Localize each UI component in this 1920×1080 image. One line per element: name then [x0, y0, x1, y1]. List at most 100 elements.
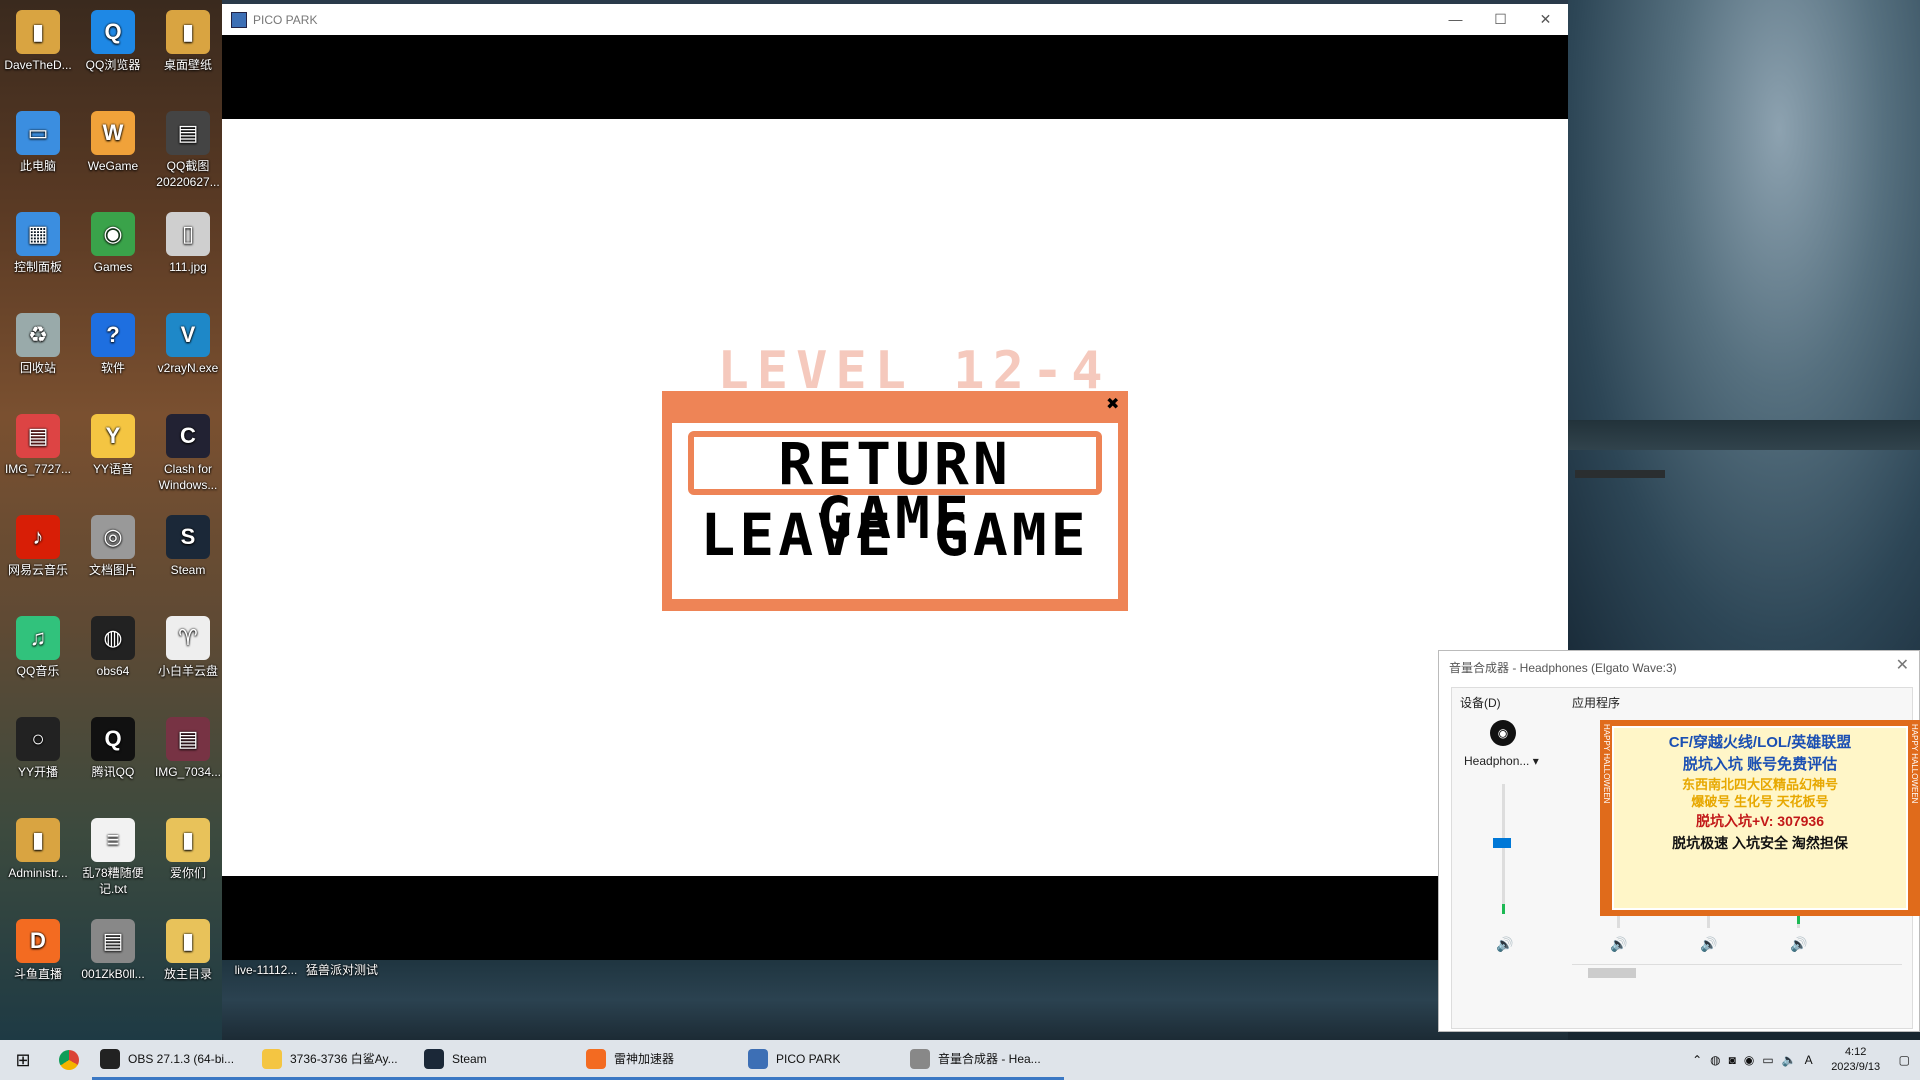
desktop-icon[interactable]: ▯ 111.jpg	[151, 208, 225, 275]
device-volume-track[interactable]	[1502, 784, 1505, 914]
leave-game-button[interactable]: LEAVE GAME	[688, 505, 1102, 565]
desktop-icon[interactable]: ▤ QQ截图 20220627...	[151, 107, 225, 190]
taskbar-item[interactable]: Steam	[416, 1040, 578, 1080]
desktop-icon[interactable]: ▮ Administr...	[1, 814, 75, 881]
clock[interactable]: 4:12 2023/9/13	[1821, 1045, 1891, 1075]
maximize-icon[interactable]: ☐	[1478, 11, 1523, 28]
device-volume-thumb[interactable]	[1493, 838, 1511, 848]
volume-icon[interactable]: 🔈	[1782, 1053, 1797, 1067]
chrome-icon[interactable]	[46, 1040, 92, 1080]
window-titlebar[interactable]: PICO PARK — ☐ ✕	[222, 4, 1568, 35]
desktop-icon[interactable]: ○ YY开播	[1, 713, 75, 780]
folder-icon: ▮	[166, 818, 210, 862]
device-dropdown[interactable]: Headphon... ▾	[1464, 754, 1539, 768]
desktop-icon[interactable]: ◍ obs64	[76, 612, 150, 679]
input-method-icon[interactable]: A	[1805, 1053, 1813, 1067]
wegame-icon: W	[91, 111, 135, 155]
scrollbar-thumb[interactable]	[1588, 968, 1636, 978]
close-icon[interactable]: ✖	[1106, 397, 1122, 413]
mute-app-icon[interactable]: 🔊	[1610, 936, 1627, 953]
desktop-icon[interactable]: ◎ 文档图片	[76, 511, 150, 578]
v2ray-icon: V	[166, 313, 210, 357]
desktop-icon[interactable]: W WeGame	[76, 107, 150, 174]
desktop-icon[interactable]: S Steam	[151, 511, 225, 578]
desktop-icon[interactable]: ▮ 桌面壁纸	[151, 6, 225, 73]
desktop-icon[interactable]: ▮ 放主目录	[151, 915, 225, 982]
desktop-background-sky	[1568, 0, 1920, 650]
taskbar-item-label: Steam	[452, 1051, 487, 1066]
desktop-icon[interactable]: ▤ 001ZkB0ll...	[76, 915, 150, 982]
desktop-icon-label: v2rayN.exe	[157, 361, 219, 375]
taskbar-item[interactable]: 音量合成器 - Hea...	[902, 1040, 1064, 1080]
desktop-icon[interactable]: Q 腾讯QQ	[76, 713, 150, 780]
taskbar-item[interactable]: PICO PARK	[740, 1040, 902, 1080]
desktop-icon-label: Games	[93, 260, 133, 274]
mute-app-icon[interactable]: 🔊	[1700, 936, 1717, 953]
minimize-icon[interactable]: —	[1433, 11, 1478, 28]
ad-line: 脱坑入坑+V: 307936	[1695, 813, 1824, 829]
desktop-icon[interactable]: Vv2rayN.exe	[151, 309, 225, 376]
ad-line: 东西南北四大区精品幻神号	[1681, 777, 1838, 792]
desktop-icon[interactable]: ▮ DaveTheD...	[1, 6, 75, 73]
game-canvas[interactable]: LEVEL 12-4 ✖ RETURN GAME LEAVE GAME	[222, 119, 1568, 876]
help-icon: ?	[91, 313, 135, 357]
qq-icon: Q	[91, 717, 135, 761]
headphones-icon: ◉	[1490, 720, 1516, 746]
desktop-icon[interactable]: ▭ 此电脑	[1, 107, 75, 174]
tray-app-icon[interactable]: ◙	[1729, 1053, 1736, 1067]
start-windows-icon[interactable]: ⊞	[0, 1040, 46, 1080]
folder-icon: ▮	[166, 919, 210, 963]
desktop-icon[interactable]: ◉ Games	[76, 208, 150, 275]
desktop-icon[interactable]: ♻ 回收站	[1, 309, 75, 376]
desktop-icon-live[interactable]: live-11112...	[226, 962, 306, 978]
return-game-button[interactable]: RETURN GAME	[688, 431, 1102, 547]
desktop-icon[interactable]: ♪ 网易云音乐	[1, 511, 75, 578]
network-icon[interactable]: ▭	[1762, 1053, 1773, 1067]
yy-live-icon: ○	[16, 717, 60, 761]
close-icon[interactable]: ✕	[1896, 655, 1909, 675]
desktop-icon-label: QQ音乐	[16, 664, 60, 678]
desktop-icon-label: 放主目录	[163, 967, 212, 981]
system-tray: ⌃ ◍ ◙ ◉ ▭ 🔈 A 4:12 2023/9/13 ▢	[1692, 1045, 1920, 1075]
desktop-icon-label: 桌面壁纸	[163, 58, 212, 72]
desktop-icon-label: 001ZkB0ll...	[81, 967, 145, 981]
desktop-icon-game-test[interactable]: 猛兽派对测试	[302, 962, 382, 978]
tray-app-icon[interactable]: ◍	[1710, 1053, 1720, 1067]
ad-line: CF/穿越火线/LOL/英雄联盟	[1668, 734, 1852, 751]
pause-menu-panel: RETURN GAME LEAVE GAME	[672, 423, 1118, 599]
tray-overflow-icon[interactable]: ⌃	[1692, 1053, 1702, 1067]
folder-icon: ▮	[16, 10, 60, 54]
desktop-icon[interactable]: C Clash for Windows...	[151, 410, 225, 493]
taskbar-item-label: 雷神加速器	[614, 1052, 675, 1066]
ad-line: 脱坑极速 入坑安全 淘然担保	[1672, 835, 1848, 851]
taskbar-item[interactable]: 雷神加速器	[578, 1040, 740, 1080]
desktop-icon-label: 网易云音乐	[7, 563, 68, 577]
horizontal-scrollbar[interactable]	[1572, 964, 1902, 979]
desktop-icon[interactable]: Q QQ浏览器	[76, 6, 150, 73]
desktop-icon[interactable]: ≡ 乱78糟随便 记.txt	[76, 814, 150, 897]
advertisement-overlay[interactable]: HAPPY HALLOWEEN HAPPY HALLOWEEN CF/穿越火线/…	[1600, 720, 1920, 916]
desktop-icon[interactable]: ▤ IMG_7034...	[151, 713, 225, 780]
desktop-icon[interactable]: ♈ 小白羊云盘	[151, 612, 225, 679]
games-icon: ◉	[91, 212, 135, 256]
desktop-icon-label: 文档图片	[88, 563, 137, 577]
ad-line: 爆破号 生化号 天花板号	[1691, 794, 1829, 809]
desktop-icon[interactable]: ▮ 爱你们	[151, 814, 225, 881]
desktop-icon[interactable]: D 斗鱼直播	[1, 915, 75, 982]
device-level-meter	[1502, 904, 1505, 914]
desktop-icon[interactable]: ▦ 控制面板	[1, 208, 75, 275]
mute-device-icon[interactable]: 🔊	[1496, 936, 1513, 953]
notifications-icon[interactable]: ▢	[1899, 1053, 1910, 1067]
close-icon[interactable]: ✕	[1523, 11, 1568, 28]
desktop-icon[interactable]: ? 软件	[76, 309, 150, 376]
tray-app-icon[interactable]: ◉	[1744, 1053, 1754, 1067]
qq-music-icon: ♫	[16, 616, 60, 660]
desktop-icon[interactable]: ▤ IMG_7727...	[1, 410, 75, 477]
desktop-icon[interactable]: ♫ QQ音乐	[1, 612, 75, 679]
taskbar-item[interactable]: 3736-3736 白鲨Ay...	[254, 1040, 416, 1080]
steam-icon	[424, 1048, 444, 1069]
mute-app-icon[interactable]: 🔊	[1790, 936, 1807, 953]
taskbar-item[interactable]: OBS 27.1.3 (64-bi...	[92, 1040, 254, 1080]
desktop-icon[interactable]: Y YY语音	[76, 410, 150, 477]
taskbar-item-label: OBS 27.1.3 (64-bi...	[128, 1051, 235, 1066]
